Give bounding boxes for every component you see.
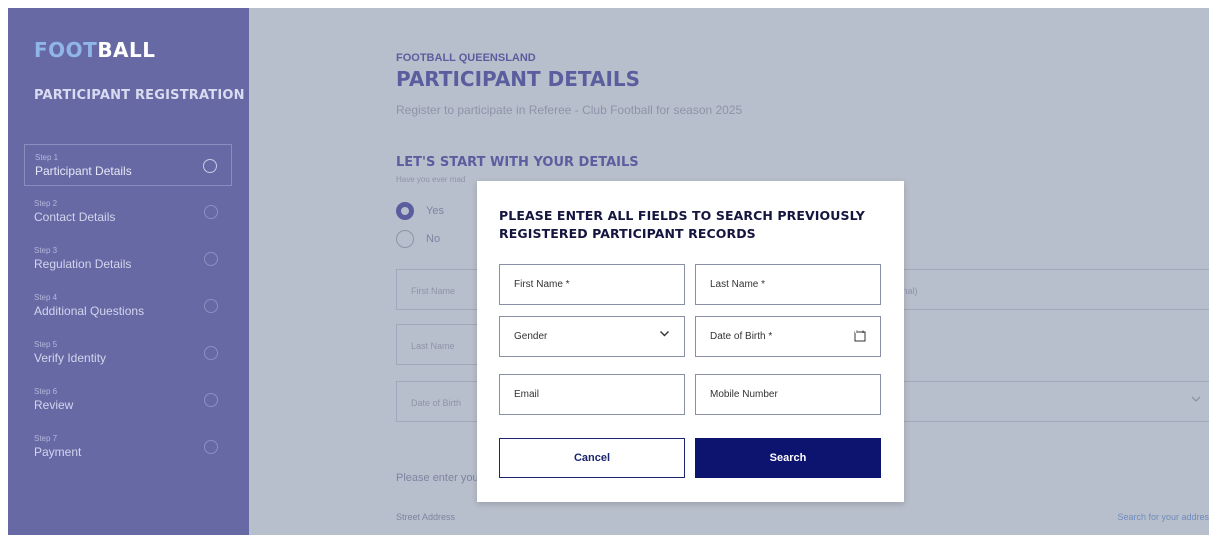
search-address-link[interactable]: Search for your addres xyxy=(1117,512,1209,522)
bg-optional-field[interactable]: tional) xyxy=(878,269,1209,310)
email-placeholder: Email xyxy=(514,389,540,400)
radio-selected-icon xyxy=(396,202,414,220)
first-name-placeholder: First Name * xyxy=(514,279,570,290)
cancel-button[interactable]: Cancel xyxy=(499,438,685,478)
step-number: Step 4 xyxy=(34,293,58,302)
step-review[interactable]: Step 6 Review xyxy=(24,379,232,421)
step-label: Participant Details xyxy=(35,164,132,178)
dob-placeholder: Date of Birth * xyxy=(710,331,773,342)
email-field[interactable]: Email xyxy=(499,374,685,415)
bg-first-name-field[interactable]: First Name xyxy=(396,269,486,310)
mobile-placeholder: Mobile Number xyxy=(710,389,778,400)
step-participant-details[interactable]: Step 1 Participant Details xyxy=(24,144,232,186)
step-status-circle-icon xyxy=(204,393,218,407)
mobile-number-field[interactable]: Mobile Number xyxy=(695,374,881,415)
page-title: PARTICIPANT DETAILS xyxy=(396,67,641,91)
bg-first-name-placeholder: First Name xyxy=(411,286,456,296)
radio-yes[interactable]: Yes xyxy=(396,201,444,221)
address-prompt: Please enter you xyxy=(396,472,479,484)
step-additional-questions[interactable]: Step 4 Additional Questions xyxy=(24,285,232,327)
step-verify-identity[interactable]: Step 5 Verify Identity xyxy=(24,332,232,374)
bg-last-name-placeholder: Last Name xyxy=(411,341,455,351)
step-status-circle-icon xyxy=(204,440,218,454)
calendar-icon[interactable] xyxy=(854,330,866,345)
step-status-circle-icon xyxy=(204,252,218,266)
gender-placeholder: Gender xyxy=(514,331,548,342)
bg-select-field[interactable] xyxy=(878,381,1209,422)
step-label: Regulation Details xyxy=(34,257,132,271)
organisation-name: FOOTBALL QUEENSLAND xyxy=(396,52,536,64)
step-payment[interactable]: Step 7 Payment xyxy=(24,426,232,468)
radio-unselected-icon xyxy=(396,230,414,248)
gender-select[interactable]: Gender xyxy=(499,316,685,357)
bg-last-name-field[interactable]: Last Name xyxy=(396,324,486,365)
step-status-circle-icon xyxy=(204,205,218,219)
first-name-field[interactable]: First Name * xyxy=(499,264,685,305)
bg-dob-field[interactable]: Date of Birth xyxy=(396,381,486,422)
step-label: Payment xyxy=(34,445,82,459)
radio-no[interactable]: No xyxy=(396,229,440,249)
step-number: Step 2 xyxy=(34,199,58,208)
step-label: Verify Identity xyxy=(34,351,107,365)
date-of-birth-field[interactable]: Date of Birth * xyxy=(695,316,881,357)
radio-yes-label: Yes xyxy=(426,205,444,217)
step-status-circle-icon xyxy=(204,346,218,360)
step-number: Step 5 xyxy=(34,340,58,349)
chevron-down-icon xyxy=(659,330,670,341)
step-number: Step 7 xyxy=(34,434,58,443)
step-label: Contact Details xyxy=(34,210,116,224)
page-subtitle: Register to participate in Referee - Clu… xyxy=(396,103,743,117)
step-contact-details[interactable]: Step 2 Contact Details xyxy=(24,191,232,233)
step-number: Step 3 xyxy=(34,246,58,255)
step-label: Additional Questions xyxy=(34,304,145,318)
last-name-field[interactable]: Last Name * xyxy=(695,264,881,305)
chevron-down-icon xyxy=(1191,394,1201,406)
sidebar: FOOTBALL PARTICIPANT REGISTRATION Step 1… xyxy=(8,8,249,535)
search-button[interactable]: Search xyxy=(695,438,881,478)
step-status-circle-icon xyxy=(203,159,217,173)
logo-part-2: BALL xyxy=(97,38,156,62)
last-name-placeholder: Last Name * xyxy=(710,279,766,290)
football-logo: FOOTBALL xyxy=(34,38,156,62)
modal-title: PLEASE ENTER ALL FIELDS TO SEARCH PREVIO… xyxy=(499,208,865,241)
section-question: Have you ever mad xyxy=(396,175,466,184)
step-regulation-details[interactable]: Step 3 Regulation Details xyxy=(24,238,232,280)
bg-dob-placeholder: Date of Birth xyxy=(411,398,462,408)
step-number: Step 1 xyxy=(35,153,59,162)
step-status-circle-icon xyxy=(204,299,218,313)
street-address-label: Street Address xyxy=(396,512,456,522)
sidebar-title: PARTICIPANT REGISTRATION xyxy=(34,88,245,103)
step-label: Review xyxy=(34,398,74,412)
search-records-modal: PLEASE ENTER ALL FIELDS TO SEARCH PREVIO… xyxy=(477,181,904,502)
radio-no-label: No xyxy=(426,233,441,245)
section-title: LET'S START WITH YOUR DETAILS xyxy=(396,155,639,170)
logo-part-1: FOOT xyxy=(34,38,98,62)
step-number: Step 6 xyxy=(34,387,58,396)
